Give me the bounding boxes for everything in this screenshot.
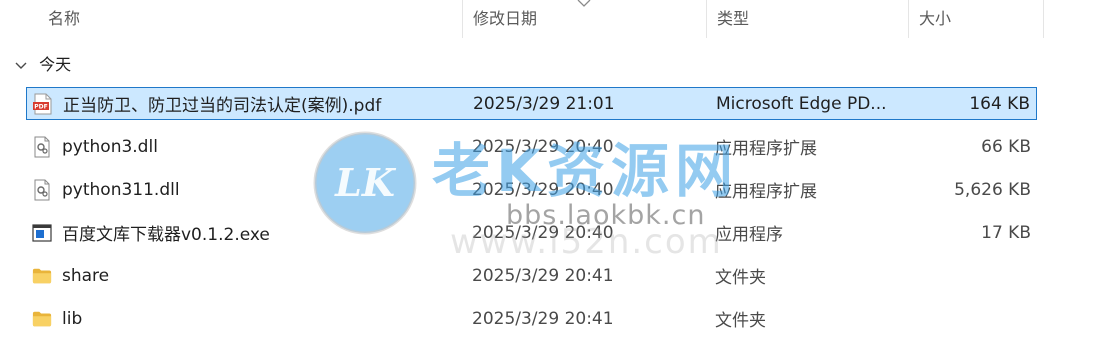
column-size-header[interactable]: 大小 — [908, 0, 1044, 38]
svg-text:PDF: PDF — [34, 103, 47, 110]
file-date: 2025/3/29 20:41 — [472, 265, 614, 286]
file-type: 应用程序扩展 — [715, 139, 817, 159]
pdf-file-icon: PDF — [33, 93, 53, 115]
file-type: Microsoft Edge PD... — [716, 93, 887, 114]
column-header: 名称 修改日期 类型 大小 — [0, 0, 1098, 38]
file-size: 164 KB — [969, 93, 1030, 114]
file-name-cell[interactable]: python3.dll — [32, 130, 462, 163]
file-explorer: 名称 修改日期 类型 大小 今天 PDF 正当防卫、防卫过当的司法认定(案例).… — [0, 0, 1098, 360]
group-header-today[interactable]: 今天 — [14, 52, 71, 78]
file-date: 2025/3/29 20:40 — [472, 136, 614, 157]
file-size — [911, 259, 1031, 292]
file-row[interactable]: 百度文库下载器v0.1.2.exe 2025/3/29 20:40 应用程序 1… — [26, 216, 1037, 249]
file-name-cell[interactable]: lib — [32, 302, 462, 335]
dll-file-icon — [32, 179, 52, 201]
file-size — [911, 302, 1031, 335]
dll-file-icon — [32, 136, 52, 158]
file-name: python311.dll — [62, 179, 180, 200]
folder-icon — [32, 308, 52, 330]
file-name: share — [62, 265, 110, 286]
file-name-cell[interactable]: 百度文库下载器v0.1.2.exe — [32, 216, 462, 249]
file-size: 5,626 KB — [954, 179, 1031, 200]
file-date: 2025/3/29 20:40 — [472, 222, 614, 243]
file-name: 正当防卫、防卫过当的司法认定(案例).pdf — [63, 96, 382, 116]
file-row[interactable]: python3.dll 2025/3/29 20:40 应用程序扩展 66 KB — [26, 130, 1037, 163]
column-name-header[interactable]: 名称 — [38, 0, 462, 38]
file-size: 17 KB — [981, 222, 1031, 243]
file-name-cell[interactable]: share — [32, 259, 462, 292]
chevron-down-icon[interactable] — [14, 61, 28, 71]
file-date: 2025/3/29 20:40 — [472, 179, 614, 200]
file-name-cell[interactable]: PDF 正当防卫、防卫过当的司法认定(案例).pdf — [33, 88, 463, 119]
file-row[interactable]: PDF 正当防卫、防卫过当的司法认定(案例).pdf 2025/3/29 21:… — [26, 87, 1037, 120]
file-name: lib — [62, 308, 83, 329]
file-row[interactable]: lib 2025/3/29 20:41 文件夹 — [26, 302, 1037, 335]
file-row[interactable]: share 2025/3/29 20:41 文件夹 — [26, 259, 1037, 292]
file-type: 文件夹 — [715, 311, 766, 331]
exe-file-icon — [32, 222, 52, 244]
folder-icon — [32, 265, 52, 287]
column-date-header[interactable]: 修改日期 — [462, 0, 706, 38]
file-size: 66 KB — [981, 136, 1031, 157]
column-type-header[interactable]: 类型 — [706, 0, 908, 38]
file-name: 百度文库下载器v0.1.2.exe — [62, 225, 270, 245]
file-date: 2025/3/29 20:41 — [472, 308, 614, 329]
file-row[interactable]: python311.dll 2025/3/29 20:40 应用程序扩展 5,6… — [26, 173, 1037, 206]
file-type: 文件夹 — [715, 268, 766, 288]
file-type: 应用程序 — [715, 225, 783, 245]
file-name: python3.dll — [62, 136, 158, 157]
file-type: 应用程序扩展 — [715, 182, 817, 202]
file-name-cell[interactable]: python311.dll — [32, 173, 462, 206]
group-label: 今天 — [39, 55, 72, 74]
file-date: 2025/3/29 21:01 — [473, 93, 615, 114]
